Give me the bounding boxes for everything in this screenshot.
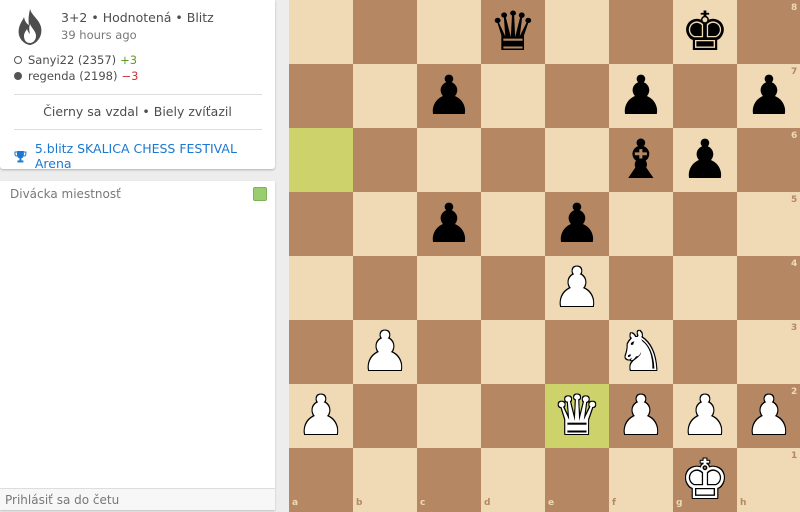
square-d1[interactable] [481,448,545,512]
black-king-icon[interactable]: ♚ [673,0,737,64]
square-a1[interactable] [289,448,353,512]
rank-label: 8 [791,3,798,13]
file-label: f [612,498,616,508]
game-info-card: 3+2 • Hodnotená • Blitz 39 hours ago San… [0,0,275,171]
square-d6[interactable] [481,128,545,192]
square-b4[interactable] [353,256,417,320]
square-b6[interactable] [353,128,417,192]
square-a3[interactable] [289,320,353,384]
black-pawn-icon[interactable]: ♟ [417,64,481,128]
square-e7[interactable] [545,64,609,128]
black-queen-icon[interactable]: ♛ [481,0,545,64]
square-c3[interactable] [417,320,481,384]
divider [14,129,262,130]
square-d7[interactable] [481,64,545,128]
black-color-icon [14,72,22,80]
black-pawn-icon[interactable]: ♟ [609,64,673,128]
square-b2[interactable] [353,384,417,448]
square-c4[interactable] [417,256,481,320]
square-g7[interactable] [673,64,737,128]
tournament-link[interactable]: 5.blitz SKALICA CHESS FESTIVAL Arena [14,141,275,171]
square-a4[interactable] [289,256,353,320]
white-pawn-icon[interactable]: ♟ [737,384,800,448]
file-label: d [484,498,491,508]
square-e8[interactable] [545,0,609,64]
square-d2[interactable] [481,384,545,448]
square-d4[interactable] [481,256,545,320]
square-c8[interactable] [417,0,481,64]
player-black-name[interactable]: regenda (2198) [28,69,117,83]
square-c6[interactable] [417,128,481,192]
square-f4[interactable] [609,256,673,320]
white-pawn-icon[interactable]: ♟ [545,256,609,320]
rank-label: 6 [791,131,798,141]
white-pawn-icon[interactable]: ♟ [289,384,353,448]
tournament-name[interactable]: 5.blitz SKALICA CHESS FESTIVAL Arena [35,141,275,171]
square-d3[interactable] [481,320,545,384]
black-bishop-icon[interactable]: ♝ [609,128,673,192]
file-label: b [356,498,363,508]
file-label: c [420,498,426,508]
white-queen-icon[interactable]: ♛ [545,384,609,448]
file-label: e [548,498,555,508]
game-type: 3+2 • Hodnotená • Blitz [61,10,214,25]
chat-input[interactable] [0,488,275,510]
rank-label: 4 [791,259,798,269]
square-a5[interactable] [289,192,353,256]
chat-toggle[interactable] [253,187,267,201]
player-white-name[interactable]: Sanyi22 (2357) [28,53,116,67]
square-b8[interactable] [353,0,417,64]
square-g4[interactable] [673,256,737,320]
square-c1[interactable] [417,448,481,512]
square-f1[interactable] [609,448,673,512]
black-pawn-icon[interactable]: ♟ [417,192,481,256]
black-pawn-icon[interactable]: ♟ [673,128,737,192]
square-b7[interactable] [353,64,417,128]
square-f5[interactable] [609,192,673,256]
file-label: h [740,498,747,508]
square-g3[interactable] [673,320,737,384]
square-g5[interactable] [673,192,737,256]
rank-label: 1 [791,451,798,461]
square-c2[interactable] [417,384,481,448]
square-d5[interactable] [481,192,545,256]
divider [14,94,262,95]
game-result: Čierny sa vzdal • Biely zvíťazil [43,104,232,119]
chat-title: Divácka miestnosť [10,187,121,201]
square-f8[interactable] [609,0,673,64]
blitz-fire-icon [18,9,42,45]
white-color-icon [14,56,22,64]
player-white-rating-diff: +3 [120,53,138,67]
chess-board[interactable]: 8 7 6 5 4 3 2 a b c d e f g h 1 ♛ ♚ ♟ ♟ ♟ ♝ ♟ ♟ ♟ ♟ ♟ ♞ ♟ ♛ ♟ ♟ ♟ ♚ [289,0,800,512]
file-label: a [292,498,299,508]
black-pawn-icon[interactable]: ♟ [545,192,609,256]
square-a6[interactable] [289,128,353,192]
square-e3[interactable] [545,320,609,384]
trophy-icon [14,150,27,162]
square-b1[interactable] [353,448,417,512]
white-pawn-icon[interactable]: ♟ [353,320,417,384]
player-white: Sanyi22 (2357) +3 [14,53,137,67]
spectator-chat: Divácka miestnosť [0,181,275,510]
white-pawn-icon[interactable]: ♟ [609,384,673,448]
player-black-rating-diff: −3 [121,69,139,83]
game-time: 39 hours ago [61,28,137,42]
square-b5[interactable] [353,192,417,256]
sidebar: 3+2 • Hodnotená • Blitz 39 hours ago San… [0,0,288,510]
black-pawn-icon[interactable]: ♟ [737,64,800,128]
white-knight-icon[interactable]: ♞ [609,320,673,384]
white-pawn-icon[interactable]: ♟ [673,384,737,448]
square-e6[interactable] [545,128,609,192]
player-black: regenda (2198) −3 [14,69,138,83]
rank-label: 3 [791,323,798,333]
rank-label: 5 [791,195,798,205]
white-king-icon[interactable]: ♚ [673,448,737,512]
square-e1[interactable] [545,448,609,512]
square-a7[interactable] [289,64,353,128]
square-a8[interactable] [289,0,353,64]
